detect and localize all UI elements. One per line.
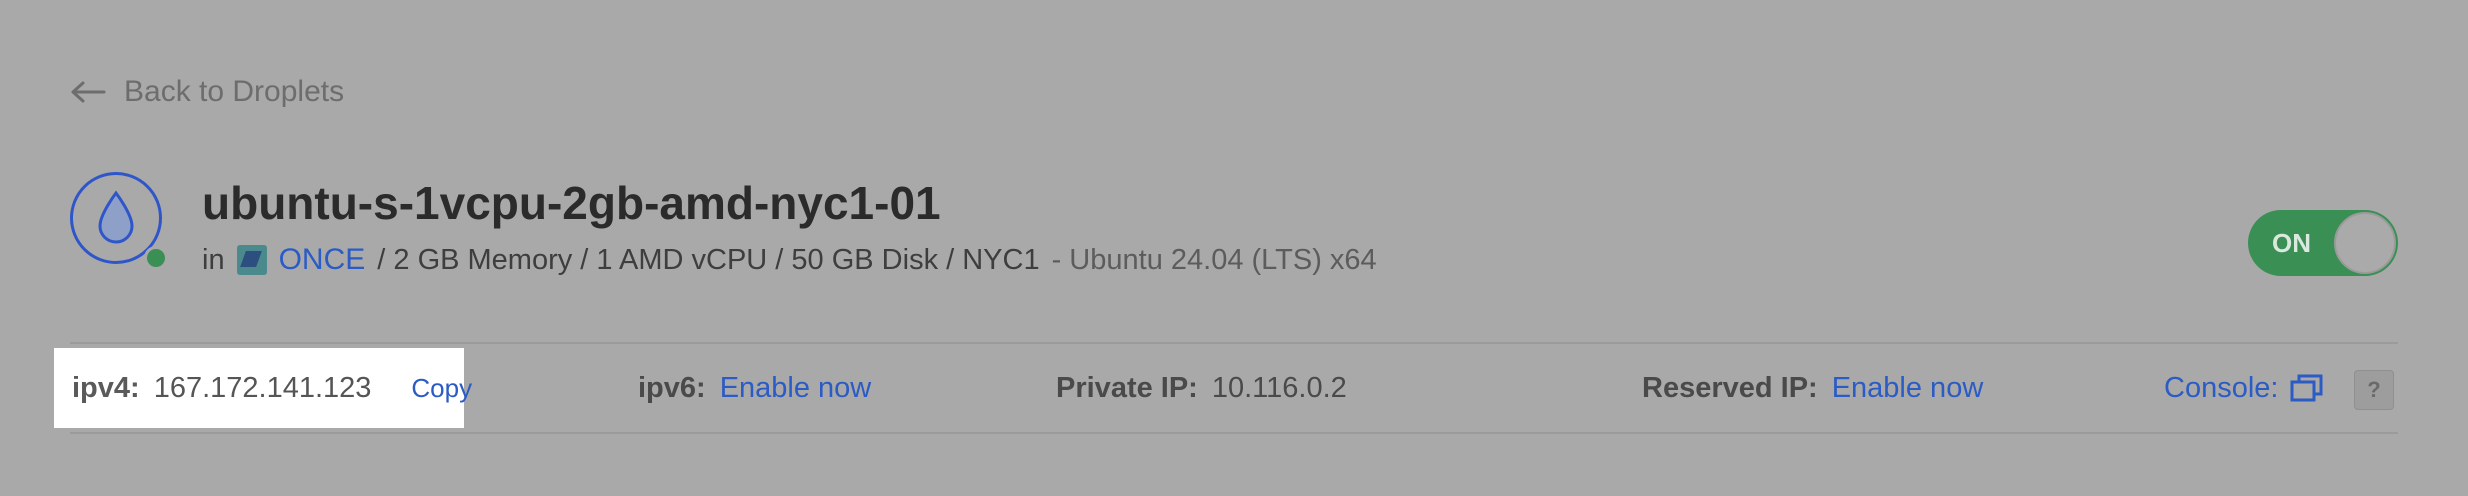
private-ip-value: 10.116.0.2 (1211, 371, 1347, 404)
power-toggle[interactable]: ON (2248, 210, 2398, 276)
droplet-os: - Ubuntu 24.04 (LTS) x64 (1051, 243, 1377, 276)
enable-ipv6-link[interactable]: Enable now (720, 372, 872, 405)
droplet-logo (70, 172, 170, 272)
console-label: Console: (2164, 371, 2279, 404)
power-toggle-knob (2334, 212, 2396, 274)
external-window-icon (2290, 374, 2323, 402)
reserved-ip-label: Reserved IP: (1642, 371, 1818, 404)
private-ip-item: Private IP: 10.116.0.2 (1056, 350, 1347, 426)
help-button[interactable]: ? (2354, 370, 2394, 410)
power-toggle-label: ON (2272, 228, 2311, 258)
ipv4-box: ipv4: 167.172.141.123 Copy (54, 348, 472, 428)
reserved-ip-item: Reserved IP: Enable now (1642, 350, 1983, 426)
copy-ipv4-button[interactable]: Copy (411, 373, 472, 404)
project-icon (236, 245, 267, 275)
droplet-header: ubuntu-s-1vcpu-2gb-amd-nyc1-01 in ONCE /… (70, 172, 2398, 282)
back-to-droplets-link[interactable]: Back to Droplets (70, 72, 344, 112)
ipv4-value: 167.172.141.123 (153, 371, 372, 404)
divider-bottom (70, 432, 2398, 434)
in-label: in (202, 243, 225, 276)
ipv6-item: ipv6: Enable now (638, 350, 871, 426)
ip-address-row: ipv4: 167.172.141.123 Copy ipv6: Enable … (0, 348, 2468, 428)
back-link-label: Back to Droplets (124, 75, 345, 108)
droplet-name: ubuntu-s-1vcpu-2gb-amd-nyc1-01 (202, 177, 941, 229)
divider-top (70, 342, 2398, 344)
droplet-specs: / 2 GB Memory / 1 AMD vCPU / 50 GB Disk … (377, 243, 1040, 276)
ipv4-label: ipv4: (72, 371, 140, 404)
console-link[interactable]: Console: (2164, 350, 2324, 426)
project-link[interactable]: ONCE (279, 243, 366, 277)
ipv6-label: ipv6: (638, 371, 706, 404)
droplet-icon (98, 190, 134, 244)
private-ip-label: Private IP: (1056, 371, 1198, 404)
enable-reserved-ip-link[interactable]: Enable now (1832, 372, 1984, 405)
droplet-meta: in ONCE / 2 GB Memory / 1 AMD vCPU / 50 … (202, 238, 1377, 282)
status-online-dot (144, 246, 168, 270)
arrow-left-icon (71, 81, 106, 103)
